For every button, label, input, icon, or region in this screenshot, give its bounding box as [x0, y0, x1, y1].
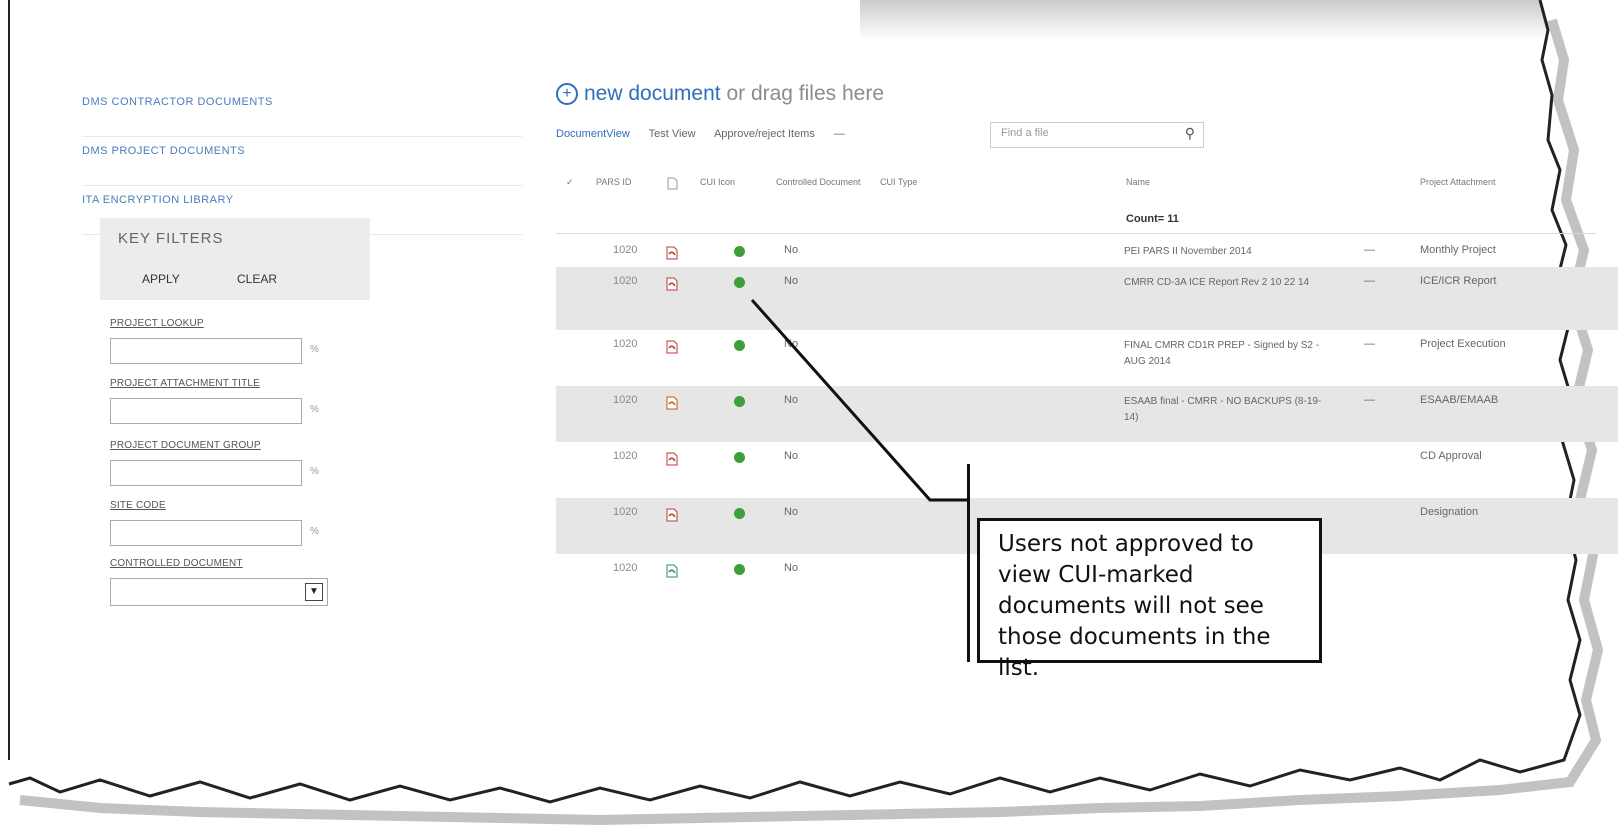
screenshot-frame: DMS CONTRACTOR DOCUMENTS DMS PROJECT DOC… [0, 0, 1618, 835]
callout-box: Users not approved to view CUI-marked do… [977, 518, 1322, 681]
callout-pointer [750, 299, 967, 502]
callout-bracket [967, 464, 970, 662]
